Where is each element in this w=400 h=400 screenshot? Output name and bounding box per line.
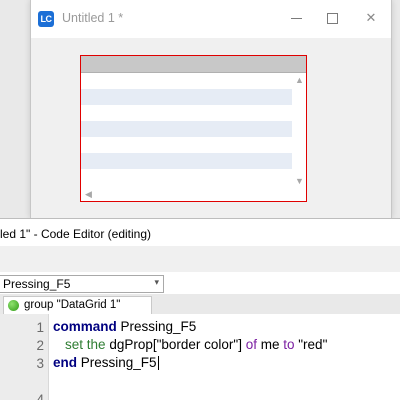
code-line-2: set the dgProp["border color"] of me to … [65,337,327,352]
datagrid-row[interactable] [81,169,292,185]
close-button[interactable]: ✕ [360,8,382,28]
line-number: 1 [36,320,44,335]
code-editor-titlebar[interactable]: led 1" - Code Editor (editing) [0,218,400,247]
datagrid-vertical-scrollbar[interactable]: ▲ ▼ [292,73,306,187]
stack-canvas: ▲ ▼ ◀ [31,38,391,218]
livecode-app-icon: LC [38,11,54,27]
code-token: set [65,337,84,352]
line-number: 4 [36,392,44,400]
status-ok-icon [8,300,19,311]
stack-window: LC Untitled 1 * ✕ ▲ ▼ ◀ [30,0,392,218]
code-token: to [283,337,295,352]
text-cursor [157,356,159,371]
datagrid-row[interactable] [81,73,292,89]
handler-select[interactable]: Pressing_F5 ▾ [0,275,164,293]
window-title: Untitled 1 * [62,11,124,25]
scroll-up-arrow-icon[interactable]: ▲ [295,75,304,85]
code-token: Pressing_F5 [77,355,157,370]
code-token: Pressing_F5 [116,319,197,334]
code-line-3: end Pressing_F5 [53,355,159,371]
datagrid-header [81,56,306,73]
code-token: the [86,337,106,352]
minimize-icon [290,17,302,19]
code-editor-toolbar [0,246,400,272]
code-line-1: command Pressing_F5 [53,319,196,334]
datagrid-scroll-corner [292,187,306,201]
maximize-button[interactable] [321,8,343,28]
datagrid[interactable]: ▲ ▼ ◀ [80,55,307,202]
code-editor-title: led 1" - Code Editor (editing) [0,227,152,241]
code-token: end [53,355,78,370]
code-token: command [53,319,117,334]
maximize-icon [326,12,338,24]
line-number: 3 [36,356,44,371]
screen: LC Untitled 1 * ✕ ▲ ▼ ◀ led 1" - Code Ed… [0,0,400,400]
code-token: dgProp["border color"] [105,337,246,352]
minimize-button[interactable] [285,8,307,28]
datagrid-row[interactable] [81,153,292,169]
datagrid-horizontal-scrollbar[interactable]: ◀ [81,187,292,201]
app-icon-text: LC [40,14,53,24]
scroll-down-arrow-icon[interactable]: ▼ [295,176,304,186]
code-token: "red" [294,337,328,352]
datagrid-row[interactable] [81,105,292,121]
handler-select-value: Pressing_F5 [3,277,71,291]
window-titlebar[interactable]: LC Untitled 1 * ✕ [31,0,391,38]
code-token: me [256,337,284,352]
script-editor[interactable]: command Pressing_F5 set the dgProp["bord… [49,314,400,400]
chevron-down-icon: ▾ [154,277,159,287]
line-number: 2 [36,338,44,353]
close-icon: ✕ [365,10,377,25]
tab-datagrid-script[interactable]: group "DataGrid 1" [3,296,152,314]
datagrid-row[interactable] [81,121,292,137]
datagrid-row[interactable] [81,137,292,153]
scroll-left-arrow-icon[interactable]: ◀ [85,189,92,199]
code-token: of [245,337,257,352]
datagrid-row[interactable] [81,89,292,105]
tab-label: group "DataGrid 1" [24,299,121,311]
datagrid-rows [81,73,292,187]
line-number-gutter: 1 2 3 4 [0,314,49,400]
